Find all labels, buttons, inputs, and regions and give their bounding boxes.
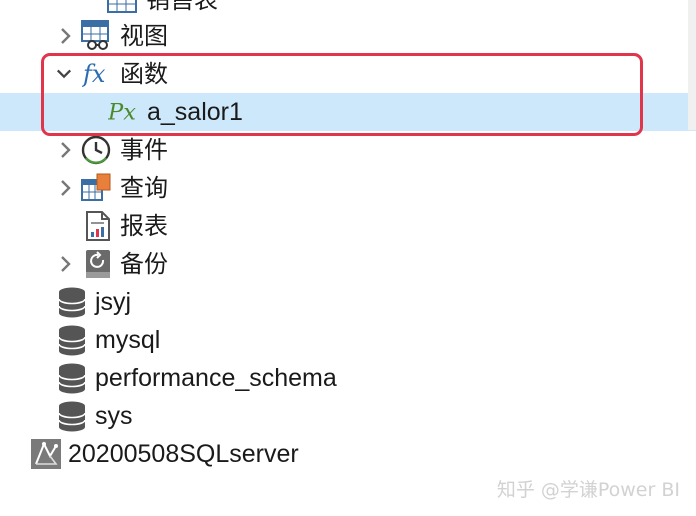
tree-item-label: 20200508SQLserver [68,440,299,468]
tree-item-queries[interactable]: 查询 [0,169,696,207]
tree-item-database-performance-schema[interactable]: performance_schema [0,359,696,397]
sqlserver-connection-icon [30,438,62,470]
table-icon [106,0,138,16]
tree-item-database-mysql[interactable]: mysql [0,321,696,359]
svg-text:fx: fx [82,60,106,88]
backup-icon [82,248,114,280]
database-icon [56,400,88,432]
function-fx-icon: fx [82,57,114,89]
tree-item-label: jsyj [95,288,132,316]
tree-item-database-sys[interactable]: sys [0,397,696,435]
tree-item-label: 视图 [120,22,168,50]
tree-item-events[interactable]: 事件 [0,131,696,169]
tree-item-label: a_salor1 [147,98,243,126]
tree-item-label: mysql [95,326,161,354]
tree-item-views[interactable]: 视图 [0,17,696,55]
tree-item-backups[interactable]: 备份 [0,245,696,283]
tree-item-label: performance_schema [95,364,337,392]
chevron-right-icon[interactable] [58,140,74,160]
query-icon [80,172,112,204]
view-icon [80,19,112,51]
tree-item-a-salor1[interactable]: Px a_salor1 [0,93,696,131]
tree-item-label: 函数 [120,60,168,88]
database-icon [56,286,88,318]
tree-item-reports[interactable]: 报表 [0,207,696,245]
tree-item-functions[interactable]: fx 函数 [0,55,696,93]
tree-item-label: 事件 [120,136,168,164]
tree-item-label: sys [95,402,133,430]
scrollbar-track[interactable] [688,0,696,130]
procedure-px-icon: Px [108,95,140,127]
database-icon [56,324,88,356]
tree-item-database-jsyj[interactable]: jsyj [0,283,696,321]
chevron-right-icon[interactable] [58,178,74,198]
tree-item-label: 查询 [120,174,168,202]
event-clock-icon [80,134,112,166]
watermark: 知乎 @学谦Power BI [496,479,680,501]
tree-item-label: 备份 [120,250,168,278]
database-icon [56,362,88,394]
tree-item-label: 报表 [120,212,168,240]
chevron-right-icon[interactable] [58,26,74,46]
report-icon [82,210,114,242]
svg-text:Px: Px [108,99,136,125]
chevron-right-icon[interactable] [58,254,74,274]
chevron-down-icon[interactable] [56,64,72,84]
tree-item-connection-sqlserver[interactable]: 20200508SQLserver [0,435,696,473]
